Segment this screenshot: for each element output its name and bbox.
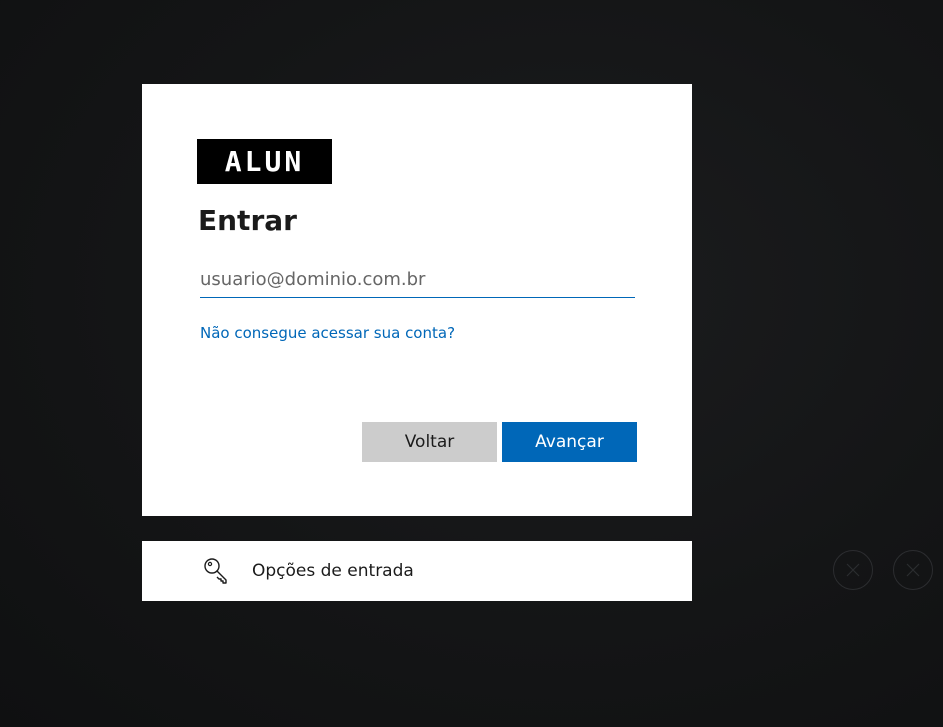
page-title: Entrar — [198, 204, 297, 237]
next-button[interactable]: Avançar — [502, 422, 637, 462]
ghost-close-icon-2 — [893, 550, 933, 590]
signin-options-button[interactable]: Opções de entrada — [142, 541, 692, 601]
back-button[interactable]: Voltar — [362, 422, 497, 462]
key-icon — [204, 558, 227, 584]
signin-card: ALUN Entrar Não consegue acessar sua con… — [142, 84, 692, 516]
email-field[interactable] — [200, 262, 635, 298]
ghost-x-icon — [906, 563, 920, 577]
signin-options-label: Opções de entrada — [252, 561, 414, 581]
brand-logo: ALUN — [197, 139, 332, 184]
brand-logo-text: ALUN — [224, 144, 305, 178]
ghost-x-icon — [846, 563, 860, 577]
ghost-close-icon-1 — [833, 550, 873, 590]
cant-access-account-link[interactable]: Não consegue acessar sua conta? — [200, 324, 455, 342]
